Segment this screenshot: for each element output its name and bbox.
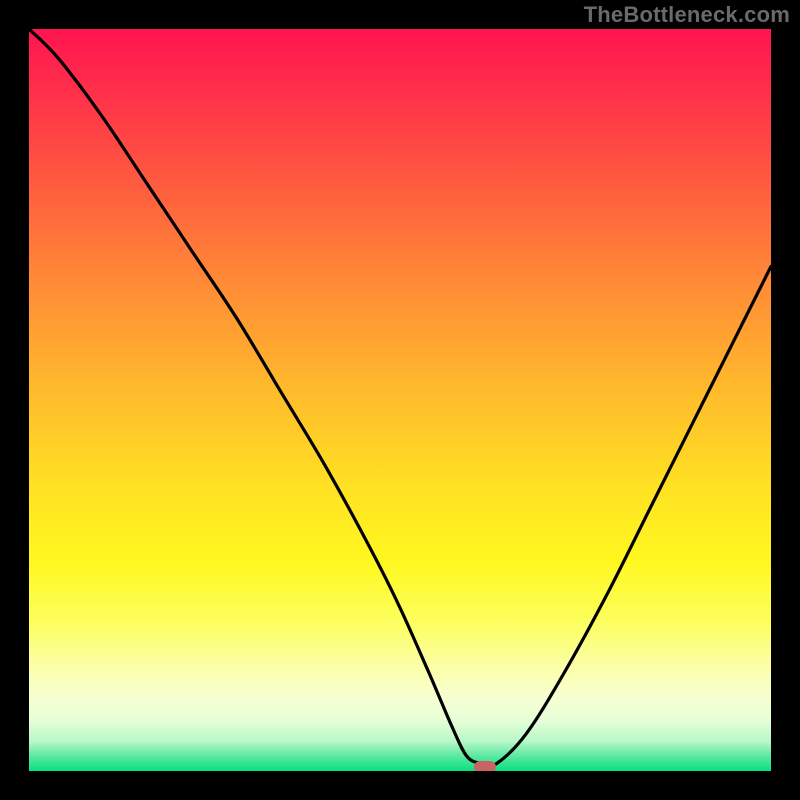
optimal-marker xyxy=(474,761,496,771)
plot-area xyxy=(29,29,771,771)
watermark-text: TheBottleneck.com xyxy=(584,2,790,28)
bottleneck-curve xyxy=(29,29,771,766)
curve-layer xyxy=(29,29,771,771)
chart-container: TheBottleneck.com xyxy=(0,0,800,800)
